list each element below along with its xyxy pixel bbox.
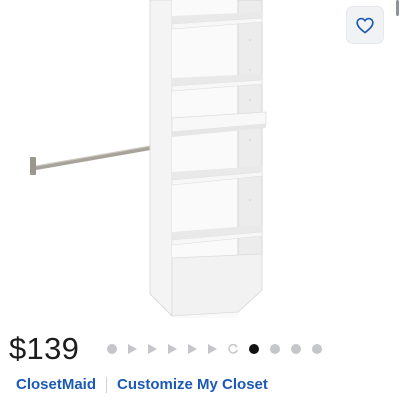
favorite-button[interactable]: [347, 7, 383, 43]
scrollbar[interactable]: [396, 0, 399, 16]
video-play-icon[interactable]: [167, 344, 177, 354]
video-play-icon[interactable]: [187, 344, 197, 354]
divider: [106, 376, 108, 393]
product-image[interactable]: [0, 0, 400, 320]
carousel-dot-active[interactable]: [248, 344, 259, 354]
carousel-dot[interactable]: [290, 344, 301, 354]
collection-link[interactable]: Customize My Closet: [117, 376, 268, 393]
product-links: ClosetMaid Customize My Closet: [16, 376, 268, 393]
video-play-icon[interactable]: [147, 344, 157, 354]
carousel-dot[interactable]: [106, 344, 117, 354]
carousel-dot[interactable]: [269, 344, 280, 354]
price: $139: [9, 331, 80, 366]
heart-outline-icon: [356, 17, 374, 33]
carousel-dot[interactable]: [311, 344, 322, 354]
video-play-icon[interactable]: [207, 344, 217, 354]
brand-link[interactable]: ClosetMaid: [16, 376, 96, 393]
closet-organizer-image: [30, 0, 267, 318]
video-play-icon[interactable]: [127, 344, 137, 354]
spin-360-icon[interactable]: [227, 343, 239, 355]
image-carousel-indicator[interactable]: [101, 341, 327, 357]
